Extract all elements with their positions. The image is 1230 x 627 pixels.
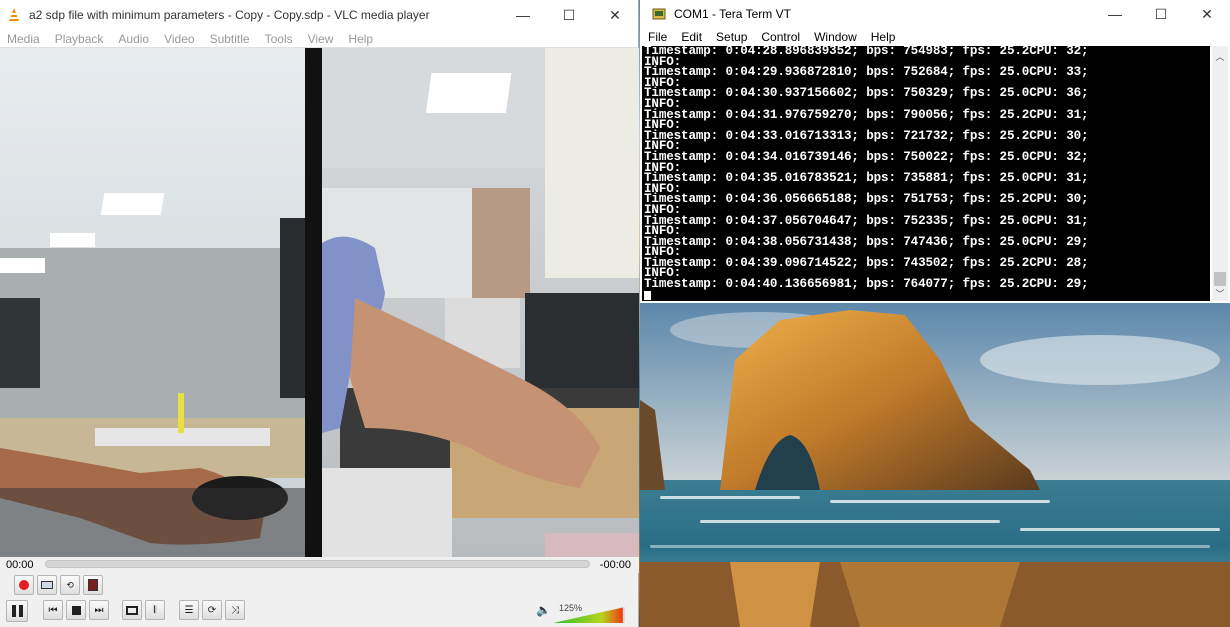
vlc-menu-tools[interactable]: Tools: [258, 32, 301, 46]
terminal-line: Timestamp: 0:04:29.936872810; bps: 75268…: [644, 65, 1089, 80]
scroll-up-arrow-icon[interactable]: ︿: [1212, 48, 1228, 64]
teraterm-app-icon: [652, 8, 666, 20]
vlc-menu-playback[interactable]: Playback: [48, 32, 112, 46]
pause-icon: [11, 605, 23, 617]
loop-button[interactable]: ⟳: [202, 600, 222, 620]
vlc-cone-icon: [9, 8, 19, 21]
vlc-menu-view[interactable]: View: [301, 32, 342, 46]
teraterm-menu-help[interactable]: Help: [863, 30, 902, 44]
record-icon: [19, 580, 29, 590]
vlc-advanced-controls: ⟲: [0, 575, 200, 595]
speaker-icon[interactable]: 🔈: [536, 603, 551, 617]
teraterm-menu-control[interactable]: Control: [753, 30, 806, 44]
vlc-maximize-button[interactable]: ☐: [546, 0, 592, 30]
teraterm-maximize-button[interactable]: ☐: [1138, 0, 1184, 28]
shuffle-icon: ⤨: [231, 604, 239, 616]
frame-by-frame-button[interactable]: [83, 575, 103, 595]
loop-ab-button[interactable]: ⟲: [60, 575, 80, 595]
fullscreen-icon: [126, 605, 138, 615]
vlc-minimize-button[interactable]: —: [500, 0, 546, 30]
teraterm-menu-setup[interactable]: Setup: [708, 30, 753, 44]
snapshot-button[interactable]: [37, 575, 57, 595]
scroll-down-arrow-icon[interactable]: ﹀: [1212, 285, 1228, 301]
terminal-line: Timestamp: 0:04:38.056731438; bps: 74743…: [644, 234, 1089, 249]
stop-icon: [71, 605, 81, 615]
vlc-titlebar[interactable]: a2 sdp file with minimum parameters - Co…: [0, 0, 638, 30]
stop-button[interactable]: [66, 600, 86, 620]
vlc-menu-video[interactable]: Video: [157, 32, 202, 46]
equalizer-icon: 𝄃: [153, 604, 157, 616]
play-pause-button[interactable]: [6, 600, 28, 622]
vlc-seek-row: 00:00 -00:00: [0, 557, 639, 573]
teraterm-window: COM1 - Tera Term VT — ☐ ✕ File Edit Setu…: [640, 0, 1230, 303]
vlc-window: a2 sdp file with minimum parameters - Co…: [0, 0, 639, 627]
vlc-menu-help[interactable]: Help: [341, 32, 381, 46]
record-button[interactable]: [14, 575, 34, 595]
playlist-button[interactable]: ☰: [179, 600, 199, 620]
camera-icon: [41, 581, 53, 589]
video-frame: [0, 48, 639, 557]
vlc-window-title: a2 sdp file with minimum parameters - Co…: [29, 8, 430, 22]
terminal-line: Timestamp: 0:04:34.016739146; bps: 75002…: [644, 149, 1089, 164]
terminal-scrollbar[interactable]: ︿ ﹀: [1212, 46, 1228, 301]
vlc-seek-slider[interactable]: [45, 560, 590, 568]
vlc-close-button[interactable]: ✕: [592, 0, 638, 30]
teraterm-menu-window[interactable]: Window: [806, 30, 863, 44]
vlc-menubar: Media Playback Audio Video Subtitle Tool…: [0, 30, 638, 48]
skip-back-icon: ⏮: [48, 604, 58, 616]
vlc-time-remaining: -00:00: [599, 559, 631, 571]
vlc-menu-media[interactable]: Media: [0, 32, 48, 46]
skip-forward-icon: ⏭: [94, 604, 104, 616]
teraterm-window-title: COM1 - Tera Term VT: [674, 7, 791, 21]
vlc-time-elapsed: 00:00: [6, 559, 34, 571]
loop-ab-icon: ⟲: [66, 579, 74, 590]
terminal-line: Timestamp: 0:04:33.016713313; bps: 72173…: [644, 128, 1089, 143]
film-frame-icon: [88, 579, 98, 591]
vlc-menu-audio[interactable]: Audio: [111, 32, 157, 46]
extended-settings-button[interactable]: 𝄃: [145, 600, 165, 620]
terminal-cursor: [644, 290, 651, 300]
terminal-output[interactable]: Timestamp: 0:04:28.896839352; bps: 75498…: [642, 46, 1210, 301]
volume-slider[interactable]: [553, 603, 625, 623]
playlist-icon: ☰: [184, 604, 194, 616]
loop-icon: ⟳: [207, 604, 217, 616]
terminal-line: Timestamp: 0:04:37.056704647; bps: 75233…: [644, 213, 1089, 228]
random-button[interactable]: ⤨: [225, 600, 245, 620]
vlc-main-controls: ⏮ ⏭ 𝄃 ☰ ⟳ ⤨ 🔈: [0, 600, 639, 622]
wallpaper-rock-arch: [640, 300, 1230, 627]
previous-button[interactable]: ⏮: [43, 600, 63, 620]
terminal-line: Timestamp: 0:04:28.896839352; bps: 75498…: [644, 46, 1089, 58]
terminal-line: Timestamp: 0:04:31.976759270; bps: 79005…: [644, 107, 1089, 122]
teraterm-menubar: File Edit Setup Control Window Help: [640, 28, 1230, 45]
teraterm-menu-file[interactable]: File: [640, 30, 673, 44]
terminal-line: Timestamp: 0:04:36.056665188; bps: 75175…: [644, 192, 1089, 207]
terminal-line: Timestamp: 0:04:35.016783521; bps: 73588…: [644, 171, 1089, 186]
fullscreen-button[interactable]: [122, 600, 142, 620]
vlc-video-area[interactable]: [0, 48, 639, 557]
teraterm-menu-edit[interactable]: Edit: [673, 30, 708, 44]
teraterm-titlebar[interactable]: COM1 - Tera Term VT — ☐ ✕: [640, 0, 1230, 28]
vlc-menu-subtitle[interactable]: Subtitle: [203, 32, 258, 46]
scroll-thumb[interactable]: [1214, 272, 1226, 286]
teraterm-minimize-button[interactable]: —: [1092, 0, 1138, 28]
next-button[interactable]: ⏭: [89, 600, 109, 620]
terminal-line: Timestamp: 0:04:39.096714522; bps: 74350…: [644, 255, 1089, 270]
teraterm-close-button[interactable]: ✕: [1184, 0, 1230, 28]
terminal-line: Timestamp: 0:04:30.937156602; bps: 75032…: [644, 86, 1089, 101]
terminal-line: Timestamp: 0:04:40.136656981; bps: 76407…: [644, 277, 1089, 292]
